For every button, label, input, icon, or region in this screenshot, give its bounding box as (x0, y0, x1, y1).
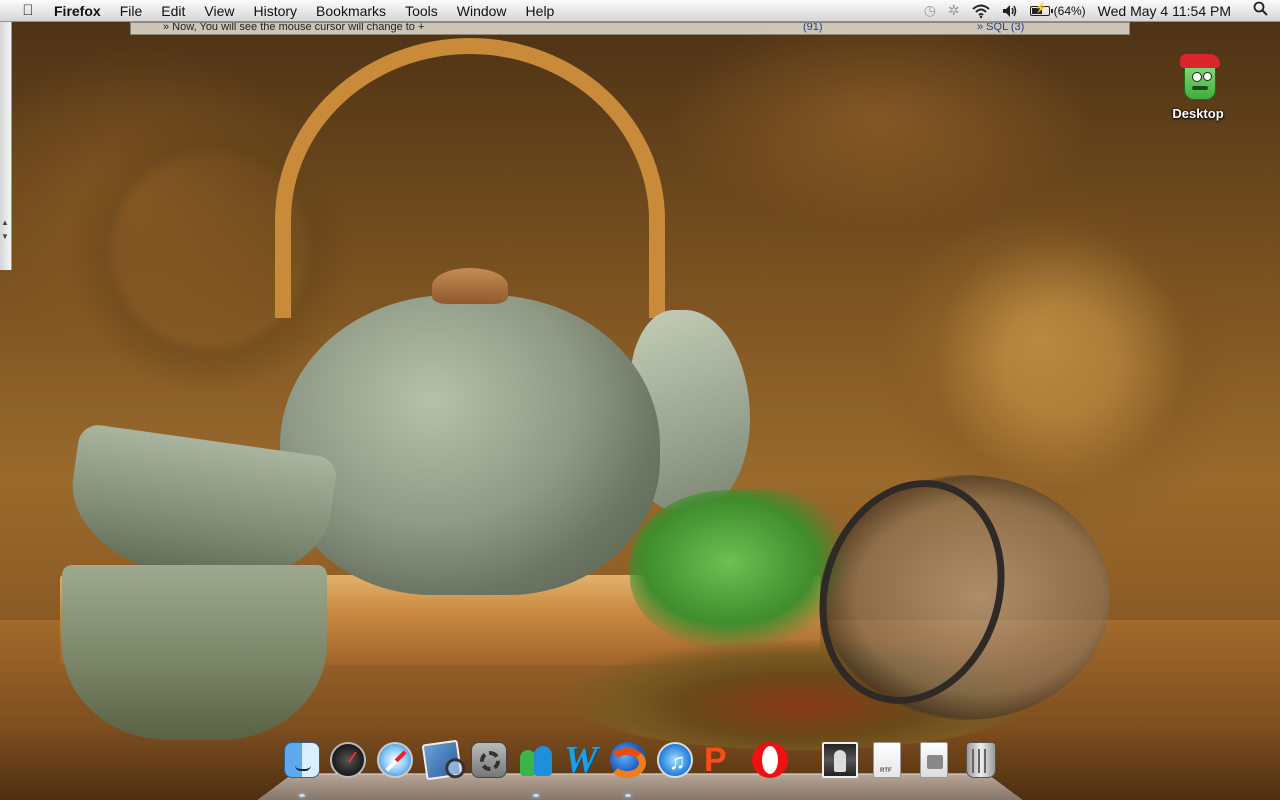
dock-item-system-preferences[interactable] (469, 740, 509, 780)
battery-charging-icon: ⚡ (1029, 2, 1053, 16)
monster-bandana (1180, 54, 1220, 68)
messenger-icon (518, 742, 554, 778)
monster-eye (1203, 72, 1212, 81)
desktop-wallpaper (0, 0, 1280, 800)
dock-item-safari[interactable] (375, 740, 415, 780)
dock-item-word[interactable]: W (562, 740, 602, 780)
monster-mouth (1192, 86, 1208, 90)
dock-item-itunes[interactable]: ♫ (655, 740, 695, 780)
menu-file[interactable]: File (120, 1, 143, 21)
wallpaper-tea-cup-bottom (62, 565, 327, 740)
spotlight-search-icon[interactable] (1253, 1, 1268, 20)
dock-item-document[interactable] (914, 740, 954, 780)
dock-item-opera[interactable] (750, 740, 790, 780)
photo-icon (822, 742, 858, 778)
apple-icon[interactable]:  (18, 1, 38, 21)
menu-clock[interactable]: Wed May 4 11:54 PM (1098, 3, 1231, 19)
firefox-icon (608, 742, 646, 778)
dock-item-rtf-document[interactable]: RTF (867, 740, 907, 780)
menu-tools[interactable]: Tools (405, 1, 438, 21)
opera-icon (752, 742, 788, 778)
menu-app-firefox[interactable]: Firefox (54, 1, 101, 21)
messenger-figure-blue (534, 746, 552, 776)
desktop-folder[interactable]: Desktop (1168, 50, 1228, 121)
menu-bookmarks[interactable]: Bookmarks (316, 1, 386, 21)
dock-running-indicator (533, 794, 539, 797)
menu-view[interactable]: View (204, 1, 234, 21)
charging-bolt-icon: ⚡ (1034, 2, 1048, 14)
browser-window-edge: » Now, You will see the mouse cursor wil… (130, 22, 1130, 35)
document-icon (920, 742, 948, 778)
dock-item-dashboard[interactable] (328, 740, 368, 780)
dock-running-indicator (625, 794, 631, 797)
dashboard-icon (330, 742, 366, 778)
menu-bar:  Firefox File Edit View History Bookmar… (0, 0, 1280, 22)
time-machine-icon[interactable]: ◷ (924, 1, 936, 21)
rtf-badge: RTF (880, 768, 892, 774)
wifi-icon-glyph (971, 4, 990, 18)
wifi-icon[interactable] (971, 1, 990, 21)
battery-status[interactable]: ⚡ (64%) (1029, 2, 1086, 18)
menu-help[interactable]: Help (526, 1, 555, 21)
wallpaper-teapot-lid (432, 268, 508, 304)
browser-page-link-sql[interactable]: » SQL (3) (977, 23, 1024, 33)
dock-item-trash[interactable] (961, 740, 1001, 780)
bluetooth-icon[interactable]: ✲ (948, 1, 960, 21)
menu-history[interactable]: History (253, 1, 297, 21)
scroll-up-arrow-icon[interactable]: ▲ (1, 218, 9, 227)
trash-icon (966, 742, 996, 778)
dock: W ♫ P RTF (256, 736, 1024, 800)
browser-page-link[interactable]: (91) (803, 23, 823, 33)
dock-item-messenger[interactable] (516, 740, 556, 780)
dock-item-photo[interactable] (820, 740, 860, 780)
red-app-letter: P (704, 741, 727, 779)
menu-edit[interactable]: Edit (161, 1, 185, 21)
dock-item-finder[interactable] (282, 740, 322, 780)
itunes-note-glyph: ♫ (669, 749, 686, 774)
app-red-icon: P (704, 742, 740, 778)
battery-percent: (64%) (1053, 3, 1086, 18)
wallpaper-teapot (280, 295, 660, 595)
monster-folder-icon (1176, 50, 1220, 102)
volume-icon[interactable] (1002, 1, 1018, 21)
finder-icon (284, 742, 320, 778)
safari-icon (377, 742, 413, 778)
menu-extras: ◷ ✲ ⚡ (64%) Wed May 4 11:54 PM (924, 0, 1280, 21)
desktop-folder-label: Desktop (1172, 106, 1224, 121)
dock-item-firefox[interactable] (608, 740, 648, 780)
itunes-icon: ♫ (657, 742, 693, 778)
preview-icon (421, 739, 463, 781)
monster-eye (1192, 72, 1202, 82)
system-preferences-icon (471, 742, 507, 778)
window-scrollbar[interactable]: ▲ ▼ (0, 22, 12, 270)
dock-running-indicator (299, 794, 305, 797)
word-icon-letter: W (564, 739, 598, 781)
volume-icon-glyph (1002, 4, 1016, 17)
dock-item-red-app[interactable]: P (702, 740, 742, 780)
browser-page-text: » Now, You will see the mouse cursor wil… (163, 22, 425, 33)
scroll-down-arrow-icon[interactable]: ▼ (1, 232, 9, 241)
dock-item-preview[interactable] (421, 739, 463, 781)
word-icon: W (564, 739, 600, 781)
rtf-document-icon: RTF (873, 742, 901, 778)
spotlight-icon-glyph (1253, 1, 1268, 16)
menu-window[interactable]: Window (457, 1, 507, 21)
